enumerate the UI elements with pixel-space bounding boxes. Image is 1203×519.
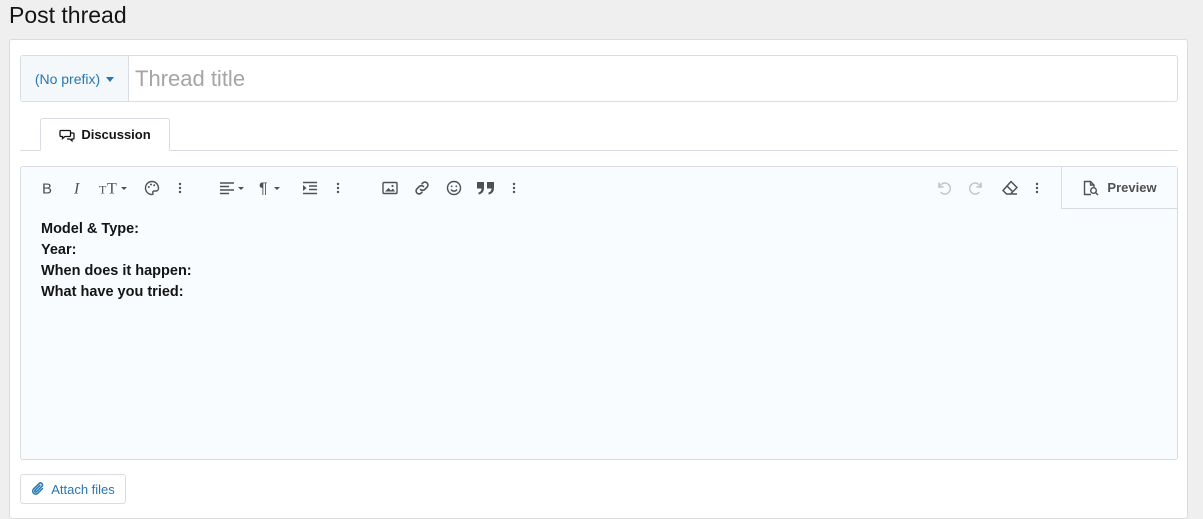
tab-discussion[interactable]: Discussion — [40, 118, 170, 151]
content-line: Model & Type: — [41, 221, 140, 237]
link-icon[interactable] — [413, 177, 431, 199]
quote-icon[interactable] — [476, 177, 496, 199]
eraser-icon[interactable] — [1000, 177, 1020, 199]
image-icon[interactable] — [381, 177, 399, 199]
redo-icon[interactable] — [967, 177, 985, 199]
tab-label: Discussion — [81, 127, 151, 142]
more-icon[interactable] — [509, 177, 519, 199]
paperclip-icon — [32, 482, 44, 495]
content-line: What have you tried: — [41, 284, 184, 300]
post-thread-form: (No prefix) Discussion B I T T — [9, 39, 1188, 519]
smiley-icon[interactable] — [445, 177, 463, 199]
svg-text:I: I — [74, 181, 80, 195]
more-icon[interactable] — [1032, 177, 1042, 199]
preview-button[interactable]: Preview — [1061, 167, 1177, 209]
tab-bar: Discussion — [20, 118, 1178, 151]
comments-icon — [59, 129, 75, 142]
palette-icon[interactable] — [143, 177, 161, 199]
preview-label: Preview — [1107, 180, 1157, 195]
more-icon[interactable] — [333, 177, 343, 199]
more-icon[interactable] — [175, 177, 185, 199]
svg-text:T: T — [99, 183, 107, 196]
prefix-label: (No prefix) — [34, 70, 101, 87]
bold-icon[interactable]: B — [41, 177, 55, 199]
title-row: (No prefix) — [20, 55, 1178, 102]
prefix-dropdown[interactable]: (No prefix) — [21, 56, 129, 101]
attach-label: Attach files — [51, 481, 115, 497]
content-line: When does it happen: — [41, 263, 192, 279]
align-icon[interactable] — [219, 177, 247, 199]
undo-icon[interactable] — [935, 177, 953, 199]
page-title: Post thread — [9, 2, 127, 28]
editor-toolbar: B I T T ¶ Preview — [21, 167, 1177, 209]
thread-title-input[interactable] — [129, 56, 1177, 101]
attach-files-button[interactable]: Attach files — [20, 474, 126, 504]
preview-icon — [1084, 180, 1099, 195]
svg-text:B: B — [42, 181, 52, 195]
message-editor[interactable]: B I T T ¶ Preview Model & Type: Year: Wh… — [20, 166, 1178, 460]
caret-down-icon — [106, 77, 115, 82]
editor-content[interactable]: Model & Type: Year: When does it happen:… — [41, 219, 1157, 303]
italic-icon[interactable]: I — [73, 177, 85, 199]
svg-text:T: T — [107, 181, 117, 195]
svg-text:¶: ¶ — [259, 181, 268, 195]
paragraph-icon[interactable]: ¶ — [259, 177, 287, 199]
indent-icon[interactable] — [301, 177, 319, 199]
font-size-icon[interactable]: T T — [98, 177, 130, 199]
content-line: Year: — [41, 242, 77, 258]
